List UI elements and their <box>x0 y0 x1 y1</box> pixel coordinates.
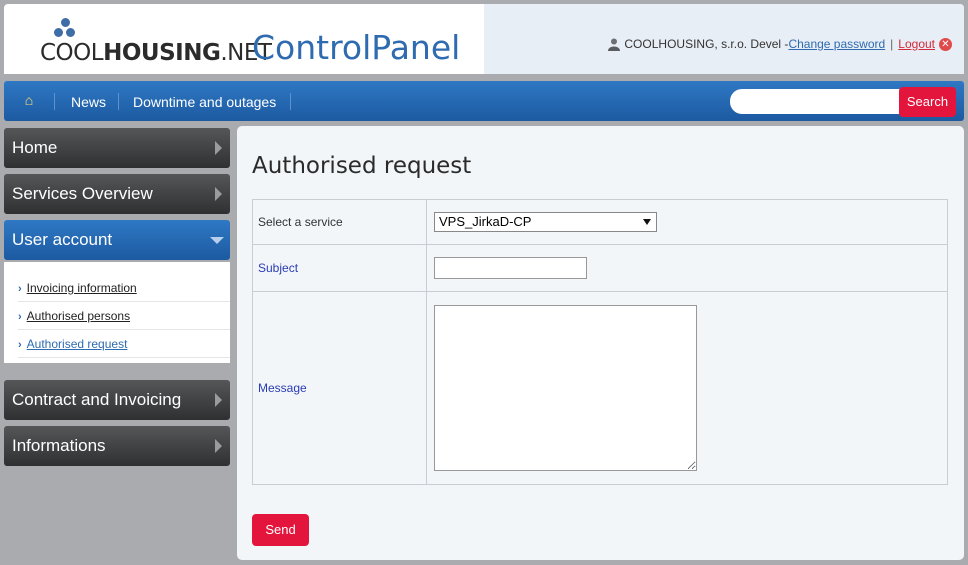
header: COOLHOUSING.NET ControlPanel COOLHOUSING… <box>4 4 964 74</box>
sidebar-item-informations[interactable]: Informations <box>4 426 230 466</box>
message-cell <box>426 291 948 485</box>
user-bar: COOLHOUSING, s.r.o. Devel - Change passw… <box>608 37 952 51</box>
logo-dots-icon <box>54 18 76 38</box>
sidebar-item-services-overview[interactable]: Services Overview <box>4 174 230 214</box>
subject-cell <box>426 244 948 292</box>
chevron-right-icon: › <box>18 311 22 323</box>
chevron-right-icon <box>215 141 222 155</box>
sidebar-item-label: Informations <box>12 436 106 455</box>
nav-divider <box>54 93 55 110</box>
app-title: ControlPanel <box>252 28 461 67</box>
message-label: Message <box>252 291 427 485</box>
form-row-subject: Subject <box>252 244 948 292</box>
chevron-right-icon: › <box>18 283 22 295</box>
user-account-submenu: › Invoicing information › Authorised perso… <box>4 262 230 363</box>
top-nav-bar: ⌂ News Downtime and outages Search <box>4 81 964 121</box>
submenu-item-authorised-request[interactable]: › Authorised request <box>18 330 230 358</box>
sidebar-item-label: User account <box>12 230 113 249</box>
main-panel: Authorised request Select a service VPS_… <box>237 126 964 560</box>
home-icon[interactable]: ⌂ <box>20 91 38 109</box>
submenu-item-label[interactable]: Authorised request <box>27 337 128 351</box>
submenu-item-label[interactable]: Invoicing information <box>27 281 137 295</box>
subject-label: Subject <box>252 244 427 292</box>
sidebar-item-label: Contract and Invoicing <box>12 390 182 409</box>
user-bar-separator: | <box>890 37 894 51</box>
request-form: Select a service VPS_JirkaD-CP Subject M… <box>252 199 948 485</box>
change-password-link[interactable]: Change password <box>788 37 885 51</box>
chevron-down-icon <box>210 237 224 244</box>
sidebar-item-label: Home <box>12 138 58 157</box>
form-row-service: Select a service VPS_JirkaD-CP <box>252 199 948 245</box>
nav-item-news[interactable]: News <box>71 94 106 110</box>
user-icon <box>608 38 621 51</box>
logout-link[interactable]: Logout <box>898 37 935 51</box>
logout-icon[interactable]: ✕ <box>939 37 952 51</box>
search-button[interactable]: Search <box>899 87 956 117</box>
service-label: Select a service <box>252 199 427 245</box>
nav-item-downtime[interactable]: Downtime and outages <box>133 94 276 110</box>
logo-text-housing: HOUSING <box>103 40 221 66</box>
user-name: COOLHOUSING, s.r.o. Devel - <box>624 37 789 51</box>
sidebar-item-home[interactable]: Home <box>4 128 230 168</box>
chevron-right-icon <box>215 439 222 453</box>
chevron-right-icon: › <box>18 339 22 351</box>
service-select-value: VPS_JirkaD-CP <box>439 214 532 229</box>
service-cell: VPS_JirkaD-CP <box>426 199 948 245</box>
sidebar-item-contract-invoicing[interactable]: Contract and Invoicing <box>4 380 230 420</box>
logo-text: COOLHOUSING.NET <box>40 40 272 66</box>
chevron-right-icon <box>215 393 222 407</box>
submenu-item-authorised-persons[interactable]: › Authorised persons <box>18 302 230 330</box>
sidebar-item-user-account[interactable]: User account <box>4 220 230 260</box>
subject-input[interactable] <box>434 257 587 279</box>
nav-divider <box>118 93 119 110</box>
sidebar-item-label: Services Overview <box>12 184 153 203</box>
nav-divider <box>290 93 291 110</box>
chevron-right-icon <box>215 187 222 201</box>
form-row-message: Message <box>252 291 948 485</box>
dropdown-arrow-icon <box>643 219 651 225</box>
coolhousing-logo[interactable]: COOLHOUSING.NET <box>40 18 272 66</box>
logo-text-cool: COOL <box>40 40 104 66</box>
submenu-item-label[interactable]: Authorised persons <box>27 309 130 323</box>
service-select[interactable]: VPS_JirkaD-CP <box>434 212 657 232</box>
send-button[interactable]: Send <box>252 514 309 546</box>
page-title: Authorised request <box>252 153 472 179</box>
submenu-item-invoicing-information[interactable]: › Invoicing information <box>18 274 230 302</box>
search-input[interactable] <box>730 89 904 114</box>
message-textarea[interactable] <box>434 305 697 471</box>
